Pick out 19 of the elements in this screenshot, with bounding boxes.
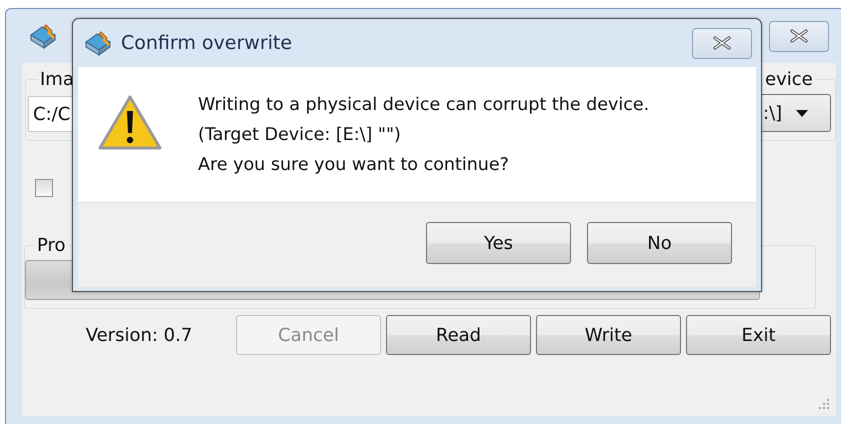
version-label: Version: 0.7 [84, 324, 194, 346]
close-icon [789, 29, 809, 43]
dialog-button[interactable]: Yes [426, 222, 571, 264]
group-label: Pro [36, 235, 67, 256]
warning-icon [98, 95, 162, 151]
resize-grip-icon [818, 398, 830, 410]
dialog-button[interactable]: No [587, 222, 732, 264]
warning-message: Writing to a physical device can corrupt the device. (Target Device: [E:\] "") Are you sure you want to continue? [198, 94, 650, 177]
close-button[interactable] [692, 28, 752, 58]
close-icon [712, 36, 732, 50]
group-label: evice [764, 69, 814, 90]
dialog-title: Confirm overwrite [121, 32, 292, 54]
close-button[interactable] [769, 20, 829, 52]
group-label: Ima [39, 69, 75, 90]
action-button[interactable]: Exit [686, 315, 831, 355]
action-button[interactable]: Read [386, 315, 531, 355]
dropdown-arrow-icon [796, 110, 808, 116]
checkbox[interactable] [35, 179, 53, 197]
action-button[interactable]: Write [536, 315, 681, 355]
